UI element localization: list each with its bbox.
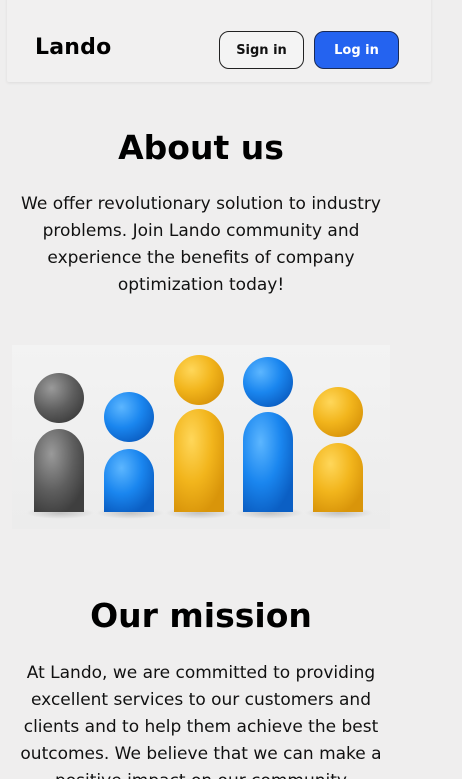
team-illustration bbox=[12, 345, 390, 529]
figure-gray bbox=[34, 373, 84, 512]
our-mission-heading: Our mission bbox=[90, 596, 312, 635]
figure-blue-1 bbox=[104, 392, 154, 512]
log-in-button[interactable]: Log in bbox=[314, 31, 399, 69]
about-us-text: We offer revolutionary solution to indus… bbox=[21, 194, 381, 295]
about-us-heading: About us bbox=[118, 128, 284, 167]
top-navbar: Lando Sign in Log in bbox=[7, 0, 431, 82]
figure-yellow-1 bbox=[174, 355, 224, 512]
people-figures-illustration bbox=[26, 355, 373, 519]
page: Lando Sign in Log in About us We offer r… bbox=[0, 0, 462, 779]
figure-yellow-2 bbox=[313, 387, 363, 512]
sign-in-button[interactable]: Sign in bbox=[219, 31, 304, 69]
figure-blue-2 bbox=[243, 357, 293, 512]
our-mission-text: At Lando, we are committed to providing … bbox=[20, 663, 382, 779]
brand-logo[interactable]: Lando bbox=[35, 35, 111, 60]
